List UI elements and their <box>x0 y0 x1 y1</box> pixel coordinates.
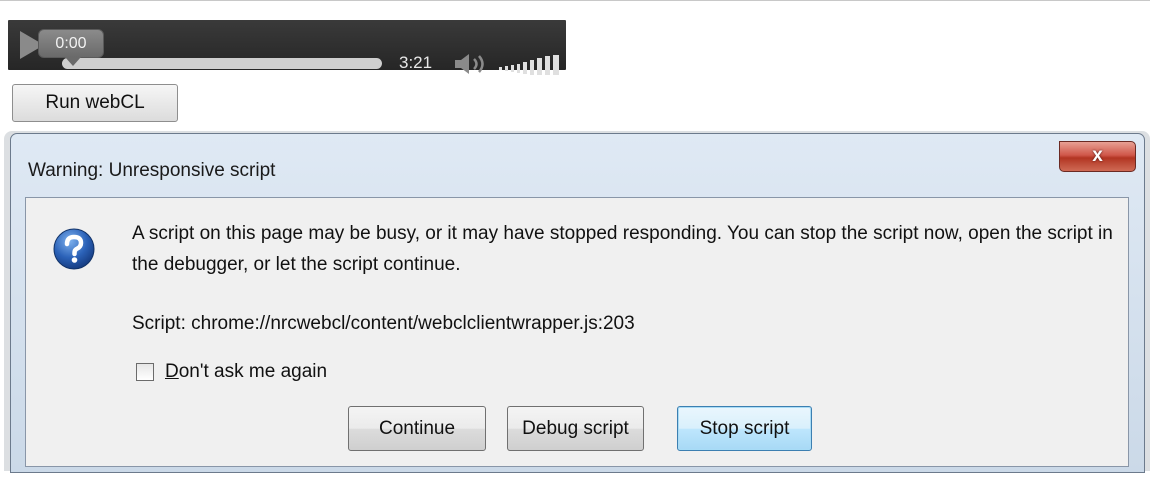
script-path: Script: chrome://nrcwebcl/content/webclc… <box>132 313 635 334</box>
close-button[interactable]: x <box>1059 141 1136 172</box>
dont-ask-checkbox[interactable] <box>136 363 154 381</box>
current-time-label: 0:00 <box>55 35 87 52</box>
debug-script-button[interactable]: Debug script <box>507 406 644 451</box>
audio-player: 0:00 3:21 <box>8 20 566 75</box>
dont-ask-checkbox-row[interactable]: Don't ask me again <box>136 360 327 384</box>
top-divider <box>0 0 1150 1</box>
close-icon: x <box>1092 145 1103 166</box>
dont-ask-mnemonic: D <box>165 361 179 382</box>
current-time-tooltip: 0:00 <box>38 29 104 66</box>
unresponsive-script-dialog: Warning: Unresponsive script x A script … <box>10 133 1145 473</box>
dialog-message: A script on this page may be busy, or it… <box>132 223 1113 275</box>
progress-slider[interactable] <box>62 58 382 69</box>
dialog-title: Warning: Unresponsive script <box>28 160 276 181</box>
run-webcl-button[interactable]: Run webCL <box>12 84 178 122</box>
dialog-body: A script on this page may be busy, or it… <box>25 197 1129 467</box>
dont-ask-label-text: on't ask me again <box>178 361 328 382</box>
stop-script-button[interactable]: Stop script <box>677 406 812 451</box>
volume-bars-icon[interactable] <box>498 54 562 76</box>
duration-label: 3:21 <box>399 53 433 72</box>
continue-button[interactable]: Continue <box>348 406 486 451</box>
speaker-icon[interactable] <box>454 53 488 75</box>
dont-ask-label: Don't ask me again <box>165 361 327 383</box>
page: 0:00 3:21 Run webCL Warning: Unresponsiv… <box>0 0 1150 483</box>
question-icon <box>53 228 95 270</box>
